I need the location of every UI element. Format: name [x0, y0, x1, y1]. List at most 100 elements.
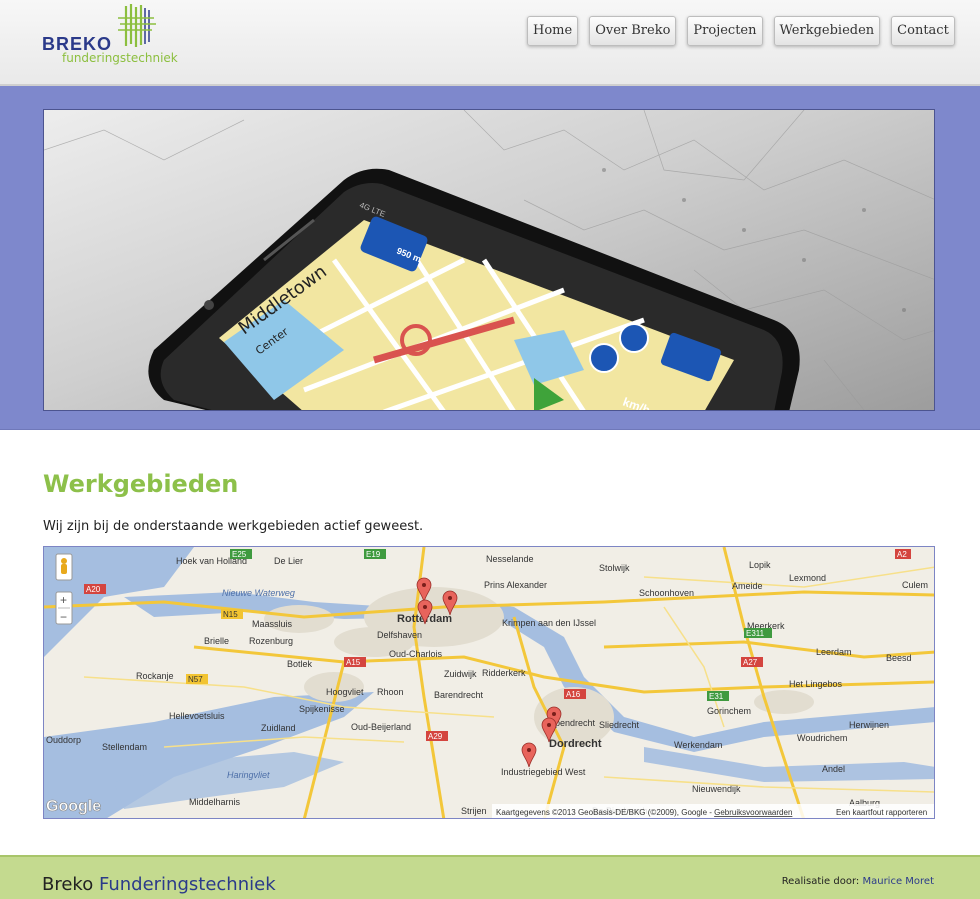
map-label-krimpen-aan-den-ijssel: Krimpen aan den IJssel: [502, 618, 596, 628]
svg-text:E311: E311: [746, 629, 765, 638]
map-label-ameide: Ameide: [732, 581, 763, 591]
map-label-rockanje: Rockanje: [136, 671, 174, 681]
header-banner-image: 950 m km/h Middletown Center 4G LTE: [43, 109, 935, 411]
road-shield-a16: A16: [564, 689, 586, 699]
map-label-het-lingebos: Het Lingebos: [789, 679, 843, 689]
road-shield-a15: A15: [344, 657, 366, 667]
road-shield-a29: A29: [426, 731, 448, 741]
map-label-rhoon: Rhoon: [377, 687, 404, 697]
map-label-botlek: Botlek: [287, 659, 313, 669]
road-shield-a20: A20: [84, 584, 106, 594]
street-view-pegman[interactable]: [55, 553, 73, 581]
road-shield-e25: E25: [230, 549, 252, 559]
zoom-control[interactable]: + −: [55, 591, 73, 625]
map-label-numansdorp: Numansdorp: [344, 818, 396, 819]
map-label-oud-charlois: Oud-Charlois: [389, 649, 443, 659]
road-shield-n57: N57: [186, 674, 208, 684]
road-shield-a27: A27: [741, 657, 763, 667]
map-label-maassluis: Maassluis: [252, 619, 293, 629]
zoom-out-button[interactable]: −: [60, 610, 67, 624]
footer-brand: Breko Funderingstechniek: [42, 874, 276, 895]
map-label-stellendam: Stellendam: [102, 742, 147, 752]
map-label-brielle: Brielle: [204, 636, 229, 646]
intro-text: Wij zijn bij de onderstaande werkgebiede…: [43, 519, 424, 534]
map-label-andel: Andel: [822, 764, 845, 774]
nav-projecten[interactable]: Projecten: [687, 16, 763, 46]
map-label-industriegebied-west: Industriegebied West: [501, 767, 586, 777]
road-shield-e19: E19: [364, 549, 386, 559]
map-label-culem: Culem: [902, 580, 928, 590]
map-label-middelharnis: Middelharnis: [189, 797, 241, 807]
road-shield-e31: E31: [707, 691, 729, 701]
terms-link[interactable]: Gebruiksvoorwaarden: [714, 808, 792, 817]
werkgebieden-map[interactable]: Hoek van Holland De Lier Nesselande Stolwij…: [43, 546, 935, 819]
map-label-nieuwe-waterweg: Nieuwe Waterweg: [222, 588, 295, 598]
svg-text:A15: A15: [346, 658, 361, 667]
map-label-dordrecht: Dordrecht: [549, 738, 602, 750]
map-attribution: Kaartgegevens ©2013 GeoBasis-DE/BKG (©20…: [496, 808, 792, 817]
map-label-prins-alexander: Prins Alexander: [484, 580, 547, 590]
map-label-werkendam: Werkendam: [674, 740, 722, 750]
map-pin-icon[interactable]: [521, 742, 537, 768]
nav-home[interactable]: Home: [527, 16, 579, 46]
logo-grid-icon: [118, 4, 156, 47]
footer-credit: Realisatie door: Maurice Moret: [782, 876, 934, 887]
svg-text:N57: N57: [188, 675, 203, 684]
svg-text:A16: A16: [566, 690, 581, 699]
map-label-gorinchem: Gorinchem: [707, 706, 751, 716]
map-label-nieuwendijk: Nieuwendijk: [692, 784, 741, 794]
svg-text:E31: E31: [709, 692, 724, 701]
svg-text:A29: A29: [428, 732, 443, 741]
breko-logo[interactable]: BREKO funderingstechniek: [42, 4, 182, 66]
map-label-haringvliet: Haringvliet: [227, 770, 270, 780]
credit-link[interactable]: Maurice Moret: [862, 876, 934, 887]
map-label-beesd: Beesd: [886, 653, 912, 663]
map-label-rozenburg: Rozenburg: [249, 636, 293, 646]
map-label-zuidland: Zuidland: [261, 723, 296, 733]
zoom-in-button[interactable]: +: [60, 593, 67, 607]
google-logo[interactable]: Google: [46, 798, 102, 816]
phone-navigation-illustration: 950 m km/h Middletown Center 4G LTE: [44, 110, 934, 410]
map-label-oud-beijerland: Oud-Beijerland: [351, 722, 411, 732]
map-label-sliedrecht: Sliedrecht: [599, 720, 640, 730]
map-label-nesselande: Nesselande: [486, 554, 534, 564]
road-shield-a2: A2: [895, 549, 911, 559]
svg-text:A20: A20: [86, 585, 101, 594]
main-nav: Home Over Breko Projecten Werkgebieden C…: [527, 16, 955, 46]
map-label-herwijnen: Herwijnen: [849, 720, 889, 730]
nav-over-breko[interactable]: Over Breko: [589, 16, 677, 46]
map-label-delfshaven: Delfshaven: [377, 630, 422, 640]
svg-text:E19: E19: [366, 550, 381, 559]
map-label-zuidwijk: Zuidwijk: [444, 669, 477, 679]
map-label-strijen: Strijen: [461, 806, 487, 816]
map-canvas[interactable]: Hoek van Holland De Lier NesselandeStolwij…: [44, 547, 935, 819]
map-label-barendrecht: Barendrecht: [434, 690, 484, 700]
road-shield-n15: N15: [221, 609, 243, 619]
footer-brand-sub: Funderingstechniek: [98, 874, 276, 895]
page-title: Werkgebieden: [43, 470, 239, 498]
site-footer: Breko Funderingstechniek Realisatie door…: [0, 855, 980, 899]
site-header: BREKO funderingstechniek Home Over Breko…: [0, 0, 980, 86]
credit-label: Realisatie door:: [781, 876, 860, 887]
map-label-schoonhoven: Schoonhoven: [639, 588, 694, 598]
nav-werkgebieden[interactable]: Werkgebieden: [773, 16, 881, 46]
map-label-leerdam: Leerdam: [816, 647, 852, 657]
map-label-spijkenisse: Spijkenisse: [299, 704, 345, 714]
map-label-hellevoetsluis: Hellevoetsluis: [169, 711, 225, 721]
logo-subtitle: funderingstechniek: [62, 51, 178, 65]
svg-text:E25: E25: [232, 550, 247, 559]
footer-brand-name: Breko: [42, 874, 94, 895]
road-shield-e311: E311: [744, 628, 772, 638]
map-label-de-lier: De Lier: [274, 556, 303, 566]
map-label-lexmond: Lexmond: [789, 573, 826, 583]
map-label-ouddorp: Ouddorp: [46, 735, 81, 745]
map-label-ridderkerk: Ridderkerk: [482, 668, 526, 678]
report-map-error-link[interactable]: Een kaartfout rapporteren: [836, 808, 927, 817]
svg-text:N15: N15: [223, 610, 238, 619]
map-label-woudrichem: Woudrichem: [797, 733, 847, 743]
map-label-lopik: Lopik: [749, 560, 771, 570]
map-label-stolwijk: Stolwijk: [599, 563, 630, 573]
nav-contact[interactable]: Contact: [891, 16, 955, 46]
svg-text:A27: A27: [743, 658, 758, 667]
svg-text:A2: A2: [897, 550, 907, 559]
